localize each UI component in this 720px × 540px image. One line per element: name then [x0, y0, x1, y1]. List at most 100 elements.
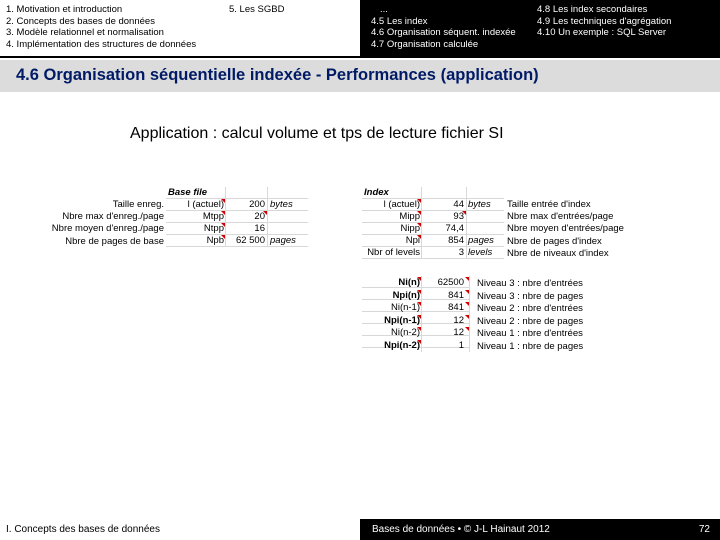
row-value: 200	[249, 199, 265, 210]
row-name: l (actuel)	[383, 199, 420, 210]
table-row: Nbr of levels 3 levels	[362, 247, 504, 259]
table-row: l (actuel) 44 bytes	[362, 199, 504, 211]
nav-item-relational-model[interactable]: 3. Modèle relationnel et normalisation	[6, 27, 164, 39]
comment-marker-icon	[417, 199, 421, 203]
row-value: 841	[448, 289, 464, 301]
footer-copyright: Bases de données • © J-L Hainaut 2012	[372, 524, 550, 535]
comment-marker-icon	[221, 211, 225, 215]
nav-item-sgbd[interactable]: 5. Les SGBD	[229, 4, 284, 16]
header-separator	[0, 56, 720, 58]
comment-marker-icon	[417, 339, 421, 344]
table-row: Ntpp 16	[166, 223, 308, 235]
comment-marker-icon	[221, 223, 225, 227]
nav-item-concepts[interactable]: 2. Concepts des bases de données	[6, 16, 155, 28]
nav-item-seq-indexed[interactable]: 4.6 Organisation séquent. indexée	[371, 27, 516, 39]
table-row: Mipp 93	[362, 211, 504, 223]
row-unit: pages	[270, 235, 296, 246]
footer-left: I. Concepts des bases de données	[0, 519, 360, 540]
subtitle-rest: : calcul volume et tps de lecture fichie…	[208, 125, 504, 142]
comment-marker-icon	[462, 211, 466, 215]
row-value: 62 500	[235, 235, 265, 246]
row-name: Ni(n-1)	[390, 302, 420, 313]
note-level3-pages: Niveau 3 : nbre de pages	[477, 290, 584, 302]
nav-item-hashed[interactable]: 4.7 Organisation calculée	[371, 39, 478, 51]
row-value: 16	[254, 223, 265, 234]
base-file-header: Base file	[168, 187, 208, 198]
row-value: 3	[458, 247, 464, 258]
row-value: 841	[448, 302, 464, 313]
row-value: 12	[453, 314, 464, 326]
table-row: Npb 62 500 pages	[166, 235, 308, 247]
row-unit: bytes	[468, 199, 491, 210]
comment-marker-icon	[465, 302, 469, 306]
note-level2-entries: Niveau 2 : nbre d'entrées	[477, 303, 583, 314]
nav-item-motivation[interactable]: 1. Motivation et introduction	[6, 4, 122, 16]
comment-marker-icon	[417, 277, 421, 281]
row-name: Npi(n-1)	[384, 314, 420, 326]
comment-marker-icon	[465, 327, 469, 331]
levels-notes: Niveau 3 : nbre d'entrées Niveau 3 : nbr…	[477, 278, 583, 353]
comment-marker-icon	[465, 289, 469, 294]
comment-marker-icon	[417, 289, 421, 294]
nav-item-sql-server[interactable]: 4.10 Un exemple : SQL Server	[537, 27, 666, 39]
note-max-entries: Nbre max d'entrées/page	[507, 211, 614, 223]
row-value: 62500	[437, 277, 464, 288]
nav-item-ellipsis: ...	[380, 4, 388, 15]
table-row: Npi(n-1) 12	[362, 314, 470, 327]
table-row: Npi 854 pages	[362, 235, 504, 247]
row-value: 12	[453, 327, 464, 338]
section-list: ... 4.5 Les index 4.6 Organisation séque…	[360, 0, 720, 56]
row-name: l (actuel)	[187, 199, 224, 210]
note-level1-entries: Niveau 1 : nbre d'entrées	[477, 328, 583, 339]
comment-marker-icon	[417, 302, 421, 306]
base-file-labels: Taille enreg. Nbre max d'enreg./page Nbr…	[40, 199, 164, 248]
page-number: 72	[698, 524, 710, 535]
comment-marker-icon	[417, 327, 421, 331]
table-row: Ni(n-2) 12	[362, 327, 470, 339]
comment-marker-icon	[221, 199, 225, 203]
page-title: 4.6 Organisation séquentielle indexée - …	[16, 66, 539, 84]
base-file-table: Base file l (actuel) 200 bytes Mtpp 20 N…	[166, 187, 308, 247]
label-avg-records: Nbre moyen d'enreg./page	[51, 223, 164, 235]
note-entry-size: Taille entrée d'index	[507, 199, 591, 210]
row-name: Ni(n-2)	[390, 327, 420, 338]
footer-right: Bases de données • © J-L Hainaut 2012 72	[360, 519, 720, 540]
note-level2-pages: Niveau 2 : nbre de pages	[477, 315, 584, 327]
label-max-records: Nbre max d'enreg./page	[62, 211, 164, 223]
comment-marker-icon	[465, 314, 469, 319]
row-value: 74,4	[445, 223, 465, 234]
comment-marker-icon	[221, 235, 225, 239]
nav-item-aggregation[interactable]: 4.9 Les techniques d'agrégation	[537, 16, 671, 28]
subtitle-strong: Application	[130, 125, 209, 142]
note-index-levels: Nbre de niveaux d'index	[507, 247, 609, 259]
comment-marker-icon	[263, 211, 267, 215]
nav-item-secondary-index[interactable]: 4.8 Les index secondaires	[537, 4, 647, 16]
footer-chapter: I. Concepts des bases de données	[6, 524, 160, 535]
title-band: 4.6 Organisation séquentielle indexée - …	[0, 60, 720, 92]
index-header: Index	[364, 187, 389, 198]
row-value: 1	[458, 339, 464, 351]
table-row: l (actuel) 200 bytes	[166, 199, 308, 211]
index-notes: Taille entrée d'index Nbre max d'entrées…	[507, 199, 624, 260]
top-navigation: 1. Motivation et introduction 2. Concept…	[0, 0, 720, 56]
row-unit: pages	[468, 235, 494, 246]
comment-marker-icon	[465, 277, 469, 281]
table-row: Ni(n) 62500	[362, 277, 470, 289]
row-value: 44	[453, 199, 464, 210]
note-index-pages: Nbre de pages d'index	[507, 235, 602, 247]
label-record-size: Taille enreg.	[112, 199, 164, 210]
nav-item-implementation[interactable]: 4. Implémentation des structures de donn…	[6, 39, 196, 51]
row-value: 854	[448, 235, 464, 246]
row-name: Npi(n)	[392, 289, 420, 301]
table-row: Npi(n-2) 1	[362, 339, 470, 352]
table-row: Nipp 74,4	[362, 223, 504, 235]
table-row: Ni(n-1) 841	[362, 302, 470, 314]
index-table: Index l (actuel) 44 bytes Mipp 93 Nipp 7…	[362, 187, 504, 259]
row-name: Nbr of levels	[367, 247, 420, 258]
nav-item-index[interactable]: 4.5 Les index	[371, 16, 428, 28]
row-name: Npi(n-2)	[384, 339, 420, 351]
note-level1-pages: Niveau 1 : nbre de pages	[477, 340, 584, 352]
note-level3-entries: Niveau 3 : nbre d'entrées	[477, 278, 583, 289]
levels-table: Ni(n) 62500 Npi(n) 841 Ni(n-1) 841 Npi(n…	[362, 276, 470, 352]
chapter-list: 1. Motivation et introduction 2. Concept…	[0, 0, 360, 56]
